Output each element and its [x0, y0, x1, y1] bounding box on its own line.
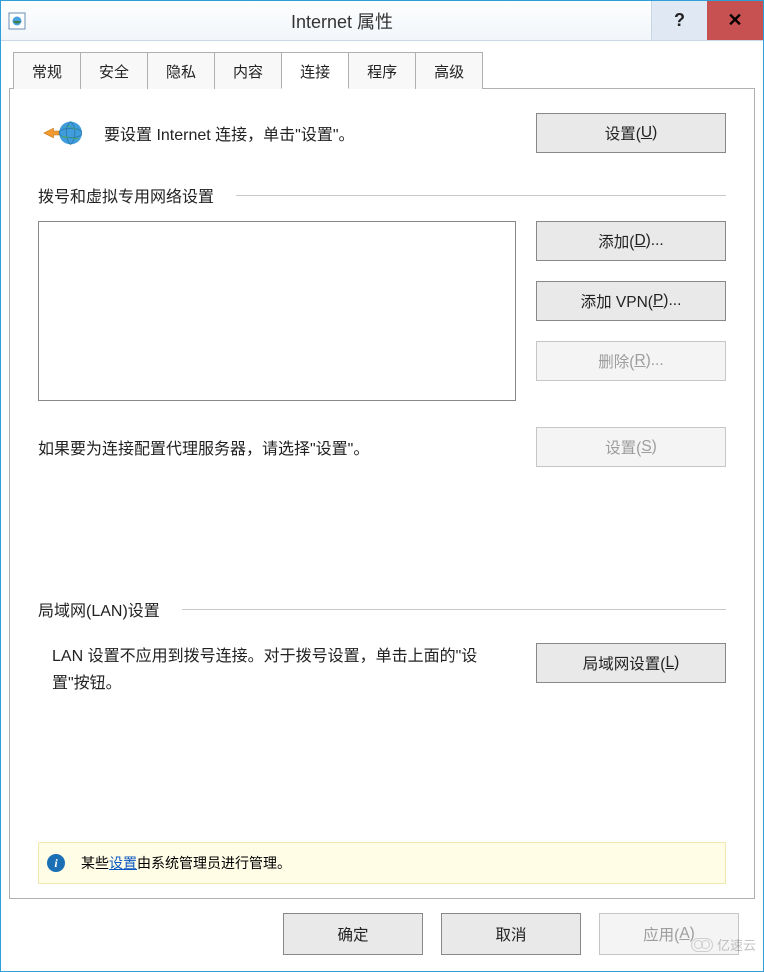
admin-info-bar: i 某些设置由系统管理员进行管理。 — [38, 842, 726, 884]
app-icon — [1, 1, 33, 40]
connection-settings-button[interactable]: 设置(S) — [536, 427, 726, 467]
window-title: Internet 属性 — [33, 1, 651, 40]
add-vpn-button[interactable]: 添加 VPN(P)... — [536, 281, 726, 321]
tabs: 常规 安全 隐私 内容 连接 程序 高级 — [9, 51, 755, 89]
tab-general[interactable]: 常规 — [13, 52, 81, 89]
dialog-footer: 确定 取消 应用(A) — [9, 899, 755, 971]
ok-button[interactable]: 确定 — [283, 913, 423, 955]
dialog-body: 常规 安全 隐私 内容 连接 程序 高级 — [1, 41, 763, 971]
watermark: 亿速云 — [691, 935, 756, 954]
proxy-help-text: 如果要为连接配置代理服务器，请选择"设置"。 — [38, 435, 510, 459]
lan-settings-button[interactable]: 局域网设置(L) — [536, 643, 726, 683]
dialup-row: 添加(D)... 添加 VPN(P)... 删除(R)... — [38, 221, 726, 401]
dialup-section-header: 拨号和虚拟专用网络设置 — [38, 183, 726, 207]
lan-section-header: 局域网(LAN)设置 — [38, 597, 726, 621]
delete-button[interactable]: 删除(R)... — [536, 341, 726, 381]
info-icon: i — [47, 854, 65, 872]
intro-row: 要设置 Internet 连接，单击"设置"。 设置(U) — [38, 113, 726, 153]
lan-help-text: LAN 设置不应用到拨号连接。对于拨号设置，单击上面的"设置"按钮。 — [38, 643, 510, 697]
divider — [236, 195, 726, 196]
admin-info-text: 某些设置由系统管理员进行管理。 — [81, 853, 291, 873]
lan-section-title: 局域网(LAN)设置 — [38, 597, 160, 621]
watermark-icon — [691, 938, 713, 952]
intro-text: 要设置 Internet 连接，单击"设置"。 — [104, 121, 536, 145]
add-button[interactable]: 添加(D)... — [536, 221, 726, 261]
tab-privacy[interactable]: 隐私 — [147, 52, 215, 89]
dialup-section-title: 拨号和虚拟专用网络设置 — [38, 183, 214, 207]
spacer — [38, 467, 726, 597]
tab-panel-connections: 要设置 Internet 连接，单击"设置"。 设置(U) 拨号和虚拟专用网络设… — [9, 89, 755, 899]
tab-programs[interactable]: 程序 — [348, 52, 416, 89]
spacer — [38, 697, 726, 842]
setup-button[interactable]: 设置(U) — [536, 113, 726, 153]
settings-link[interactable]: 设置 — [109, 855, 137, 871]
tab-advanced[interactable]: 高级 — [415, 52, 483, 89]
close-button[interactable]: ✕ — [707, 1, 763, 40]
divider — [182, 609, 726, 610]
globe-arrow-icon — [42, 113, 82, 153]
tab-content[interactable]: 内容 — [214, 52, 282, 89]
lan-row: LAN 设置不应用到拨号连接。对于拨号设置，单击上面的"设置"按钮。 局域网设置… — [38, 643, 726, 697]
connections-listbox[interactable] — [38, 221, 516, 401]
titlebar-buttons: ? ✕ — [651, 1, 763, 40]
help-button[interactable]: ? — [651, 1, 707, 40]
proxy-row: 如果要为连接配置代理服务器，请选择"设置"。 设置(S) — [38, 427, 726, 467]
dialup-buttons: 添加(D)... 添加 VPN(P)... 删除(R)... — [536, 221, 726, 401]
tab-connections[interactable]: 连接 — [281, 52, 349, 89]
dialog-window: Internet 属性 ? ✕ 常规 安全 隐私 内容 连接 程序 高级 — [0, 0, 764, 972]
title-bar: Internet 属性 ? ✕ — [1, 1, 763, 41]
cancel-button[interactable]: 取消 — [441, 913, 581, 955]
tab-security[interactable]: 安全 — [80, 52, 148, 89]
